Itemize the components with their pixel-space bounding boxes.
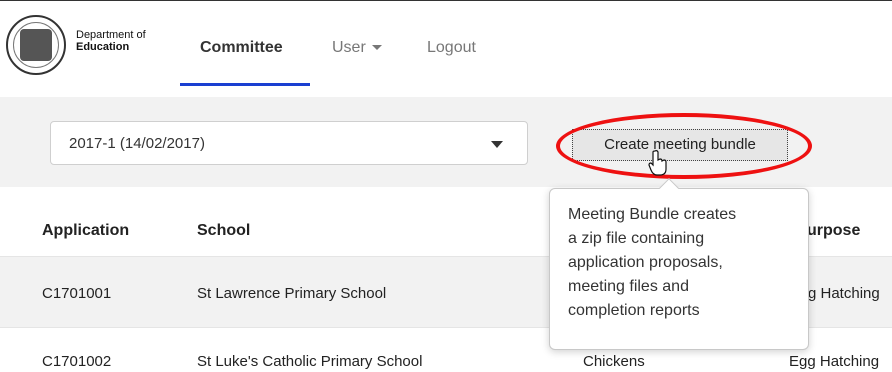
department-name-line1: Department of [76, 29, 146, 41]
nav-logout[interactable]: Logout [427, 39, 476, 57]
dropdown-arrow-icon [491, 141, 503, 148]
department-logo[interactable]: Department of Education [6, 15, 156, 75]
meeting-select[interactable]: 2017-1 (14/02/2017) [50, 121, 528, 165]
department-name-line2: Education [76, 41, 130, 53]
nav-user-label: User [332, 39, 366, 56]
highlight-annotation-ellipse [556, 113, 812, 179]
row2-school: St Luke's Catholic Primary School [197, 353, 423, 370]
department-name: Department of Education [76, 29, 146, 53]
caret-down-icon [371, 45, 382, 51]
row2-application: C1701002 [42, 353, 112, 370]
tooltip-line: completion reports [568, 302, 700, 319]
column-header-purpose[interactable]: urpose [807, 222, 860, 240]
top-navbar: Department of Education Committee User L… [0, 0, 892, 90]
tooltip-line: a zip file containing [568, 230, 705, 247]
row1-school: St Lawrence Primary School [197, 285, 387, 302]
active-nav-indicator [180, 83, 310, 86]
row2-purpose: Egg Hatching [789, 353, 880, 370]
tooltip-line: meeting files and [568, 278, 689, 295]
row1-purpose: g Hatching [808, 285, 880, 302]
meeting-select-value: 2017-1 (14/02/2017) [69, 135, 205, 152]
tooltip-line: Meeting Bundle creates [568, 206, 737, 223]
column-header-application[interactable]: Application [42, 222, 129, 240]
tooltip-line: application proposals, [568, 254, 723, 271]
row1-application: C1701001 [42, 285, 112, 302]
nav-committee[interactable]: Committee [200, 39, 283, 57]
government-crest-icon [6, 15, 66, 75]
nav-user-dropdown[interactable]: User [332, 39, 382, 57]
hand-pointer-cursor-icon [648, 150, 667, 176]
column-header-school[interactable]: School [197, 222, 250, 240]
row2-project: Chickens [583, 353, 645, 370]
create-bundle-tooltip: Meeting Bundle creates a zip file contai… [549, 178, 809, 350]
